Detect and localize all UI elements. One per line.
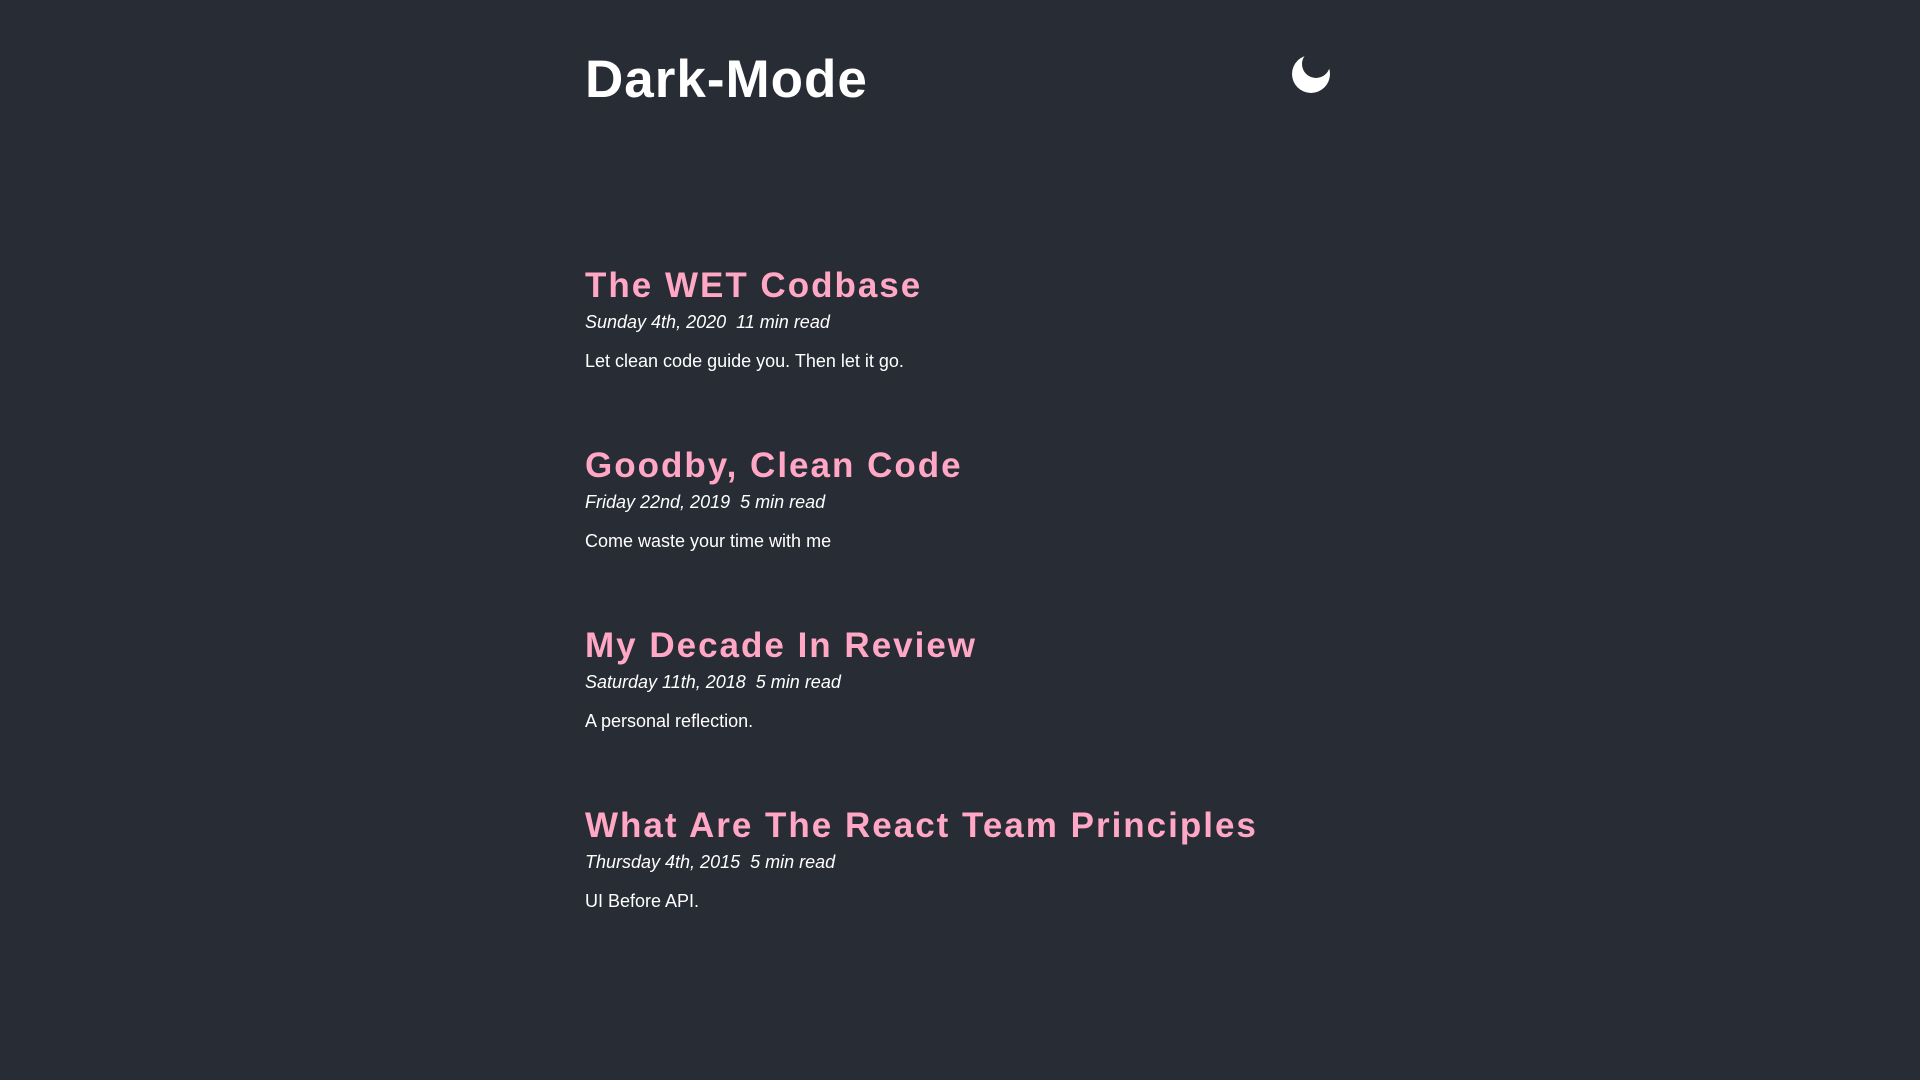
- post-meta: Friday 22nd, 2019 5 min read: [585, 489, 1335, 515]
- post-item: The WET Codbase Sunday 4th, 2020 11 min r…: [585, 265, 1335, 445]
- post-title-link[interactable]: Goodby, Clean Code: [585, 445, 1335, 487]
- page-container: Dark-Mode The WET Codbase Sunday 4th, 20…: [585, 0, 1335, 985]
- post-title-link[interactable]: What Are The React Team Principles: [585, 805, 1335, 847]
- post-read-time: 5 min read: [755, 672, 841, 692]
- post-excerpt: Let clean code guide you. Then let it go…: [585, 351, 904, 371]
- post-date: Thursday 4th, 2015: [585, 852, 741, 872]
- post-title-link[interactable]: My Decade In Review: [585, 625, 1335, 667]
- post-read-time: 5 min read: [740, 492, 826, 512]
- post-item: Goodby, Clean Code Friday 22nd, 2019 5 mi…: [585, 445, 1335, 625]
- post-date: Sunday 4th, 2020: [585, 312, 727, 332]
- post-title-link[interactable]: The WET Codbase: [585, 265, 1335, 307]
- post-meta: Sunday 4th, 2020 11 min read: [585, 309, 1335, 335]
- site-title[interactable]: Dark-Mode: [585, 47, 868, 113]
- post-date: Saturday 11th, 2018: [585, 672, 746, 692]
- post-item: What Are The React Team Principles Thurs…: [585, 805, 1335, 985]
- post-read-time: 11 min read: [736, 312, 830, 332]
- post-read-time: 5 min read: [750, 852, 836, 872]
- post-list: The WET Codbase Sunday 4th, 2020 11 min r…: [585, 265, 1335, 985]
- moon-icon: [1289, 52, 1333, 96]
- post-date: Friday 22nd, 2019: [585, 492, 731, 512]
- site-header: Dark-Mode: [585, 0, 1335, 265]
- theme-toggle-button[interactable]: [1289, 52, 1333, 96]
- post-excerpt: UI Before API.: [585, 891, 700, 911]
- post-meta: Saturday 11th, 2018 5 min read: [585, 669, 1335, 695]
- post-excerpt: A personal reflection.: [585, 711, 754, 731]
- post-meta: Thursday 4th, 2015 5 min read: [585, 849, 1335, 875]
- post-item: My Decade In Review Saturday 11th, 2018 5…: [585, 625, 1335, 805]
- post-excerpt: Come waste your time with me: [585, 531, 832, 551]
